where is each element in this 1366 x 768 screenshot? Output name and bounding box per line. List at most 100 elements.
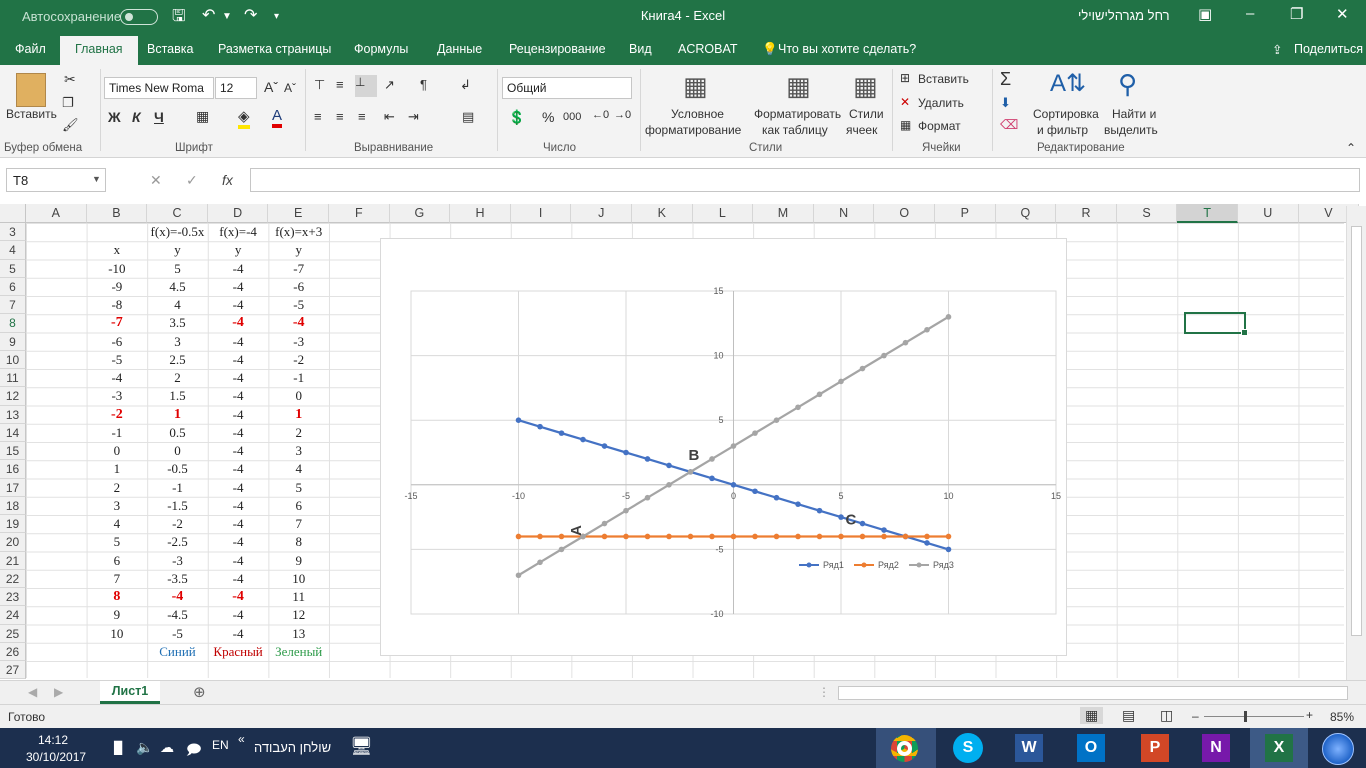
column-header-N[interactable]: N	[813, 204, 875, 223]
cell[interactable]: 6	[87, 552, 148, 570]
tab-home[interactable]: Главная	[60, 36, 138, 65]
align-center-icon[interactable]: ≡	[336, 109, 344, 124]
tab-view[interactable]: Вид	[629, 42, 652, 56]
cell[interactable]: 5	[87, 533, 148, 551]
cell[interactable]: -4	[208, 333, 269, 351]
clock-time[interactable]: 14:12	[38, 733, 68, 747]
paste-button[interactable]: Вставить	[6, 107, 57, 121]
cell-styles-icon[interactable]: ▦	[853, 71, 878, 102]
cell[interactable]: -2	[268, 351, 329, 369]
wrap-text-icon[interactable]: ↲	[460, 77, 471, 93]
paste-icon[interactable]	[16, 73, 46, 107]
cell[interactable]: 0	[147, 442, 208, 460]
cell[interactable]: 5	[268, 479, 329, 497]
cell[interactable]: -4	[208, 552, 269, 570]
prev-sheet-icon[interactable]: ◀	[28, 685, 37, 699]
chart[interactable]: -15 -10 -5 0 5 10 15 15 10 5 -5 -10 A B C Ряд1 Ряд2 Ряд3	[380, 238, 1067, 656]
cell[interactable]: 0	[87, 442, 148, 460]
cell[interactable]: -10	[87, 260, 148, 278]
tab-formulas[interactable]: Формулы	[354, 42, 408, 56]
align-middle-icon[interactable]: ≡	[336, 77, 344, 92]
cell[interactable]: 10	[268, 570, 329, 588]
cell[interactable]: 13	[268, 625, 329, 643]
cell[interactable]: Зеленый	[268, 643, 329, 661]
cell[interactable]: -4	[208, 460, 269, 478]
row-header-17[interactable]: 17	[0, 478, 26, 497]
cell-styles-label2[interactable]: ячеек	[846, 123, 877, 137]
cell[interactable]: y	[208, 241, 269, 259]
cell[interactable]: 1	[268, 406, 329, 424]
percent-button[interactable]: %	[542, 109, 554, 125]
name-box-dropdown-icon[interactable]: ▼	[92, 174, 101, 184]
cell[interactable]: Красный	[208, 643, 269, 661]
cell[interactable]: 12	[268, 606, 329, 624]
cell[interactable]: -4	[268, 314, 329, 332]
language-indicator[interactable]: EN	[212, 738, 229, 752]
format-as-table-label1[interactable]: Форматировать	[754, 107, 841, 121]
fill-color-icon[interactable]: ◈	[238, 107, 250, 129]
row-header-27[interactable]: 27	[0, 661, 26, 680]
cell[interactable]: 8	[268, 533, 329, 551]
clear-icon[interactable]: ⌫	[1000, 117, 1018, 133]
row-header-14[interactable]: 14	[0, 423, 26, 442]
cell[interactable]: -3	[87, 387, 148, 405]
copy-icon[interactable]: ❐	[62, 95, 74, 111]
cell[interactable]: f(x)=x+3	[268, 223, 329, 241]
cell[interactable]: -4	[147, 588, 208, 606]
tab-file[interactable]: Файл	[15, 42, 46, 56]
cell[interactable]: 6	[268, 497, 329, 515]
desktop-toolbar[interactable]: שולחן העבודה	[254, 740, 331, 755]
row-header-5[interactable]: 5	[0, 259, 26, 278]
cell[interactable]: -4.5	[147, 606, 208, 624]
vertical-scroll-thumb[interactable]	[1351, 226, 1362, 636]
conditional-formatting-icon[interactable]: ▦	[683, 71, 708, 102]
align-bottom-icon[interactable]: ⊥	[355, 75, 377, 97]
close-icon[interactable]: ✕	[1336, 5, 1349, 23]
sort-filter-icon[interactable]: A⇅	[1050, 69, 1086, 98]
sheet-tab-1[interactable]: Лист1	[100, 681, 160, 704]
zoom-slider[interactable]	[1204, 716, 1304, 717]
italic-button[interactable]: К	[132, 109, 141, 125]
cell[interactable]: -4	[208, 424, 269, 442]
user-name[interactable]: רחל מגרהלישוילי	[1078, 8, 1170, 23]
column-header-H[interactable]: H	[450, 204, 511, 223]
font-color-icon[interactable]: A	[272, 107, 283, 128]
sort-filter-label1[interactable]: Сортировка	[1033, 107, 1099, 121]
restore-icon[interactable]: ❐	[1290, 5, 1303, 23]
row-header-20[interactable]: 20	[0, 533, 26, 552]
column-header-Q[interactable]: Q	[995, 204, 1057, 223]
tab-page-layout[interactable]: Разметка страницы	[218, 42, 331, 56]
format-cells-button[interactable]: Формат	[918, 119, 961, 133]
find-select-label1[interactable]: Найти и	[1112, 107, 1156, 121]
column-header-E[interactable]: E	[268, 204, 329, 223]
cell[interactable]: -3.5	[147, 570, 208, 588]
cell[interactable]: -2	[87, 406, 148, 424]
cell[interactable]: 9	[87, 606, 148, 624]
tab-review[interactable]: Рецензирование	[509, 42, 606, 56]
conditional-formatting-label2[interactable]: форматирование	[645, 123, 741, 137]
cell[interactable]: Синий	[147, 643, 208, 661]
borders-icon[interactable]: ▦	[196, 108, 209, 125]
cell[interactable]: 1.5	[147, 387, 208, 405]
cell[interactable]: -4	[87, 369, 148, 387]
align-left-icon[interactable]: ≡	[314, 109, 322, 124]
row-header-24[interactable]: 24	[0, 606, 26, 625]
cell[interactable]: -7	[268, 260, 329, 278]
vertical-scrollbar[interactable]	[1346, 206, 1366, 680]
cell[interactable]: 7	[268, 515, 329, 533]
orientation-icon[interactable]: ↗	[384, 77, 395, 93]
cell[interactable]: -8	[87, 296, 148, 314]
increase-decimal-icon[interactable]: ←0	[592, 109, 609, 121]
cell-styles-label1[interactable]: Стили	[849, 107, 884, 121]
cell[interactable]: 3.5	[147, 314, 208, 332]
page-layout-view-icon[interactable]: ▤	[1122, 707, 1135, 724]
font-size-select[interactable]: 12	[215, 77, 257, 99]
cell[interactable]: 8	[87, 588, 148, 606]
cell[interactable]: 2.5	[147, 351, 208, 369]
formula-input[interactable]	[250, 168, 1360, 192]
find-select-icon[interactable]: ⚲	[1118, 69, 1137, 100]
word-icon[interactable]: W	[1015, 734, 1043, 762]
format-painter-icon[interactable]: 🖌	[62, 117, 79, 133]
ribbon-display-icon[interactable]: ▣	[1198, 5, 1212, 23]
row-header-6[interactable]: 6	[0, 277, 26, 296]
